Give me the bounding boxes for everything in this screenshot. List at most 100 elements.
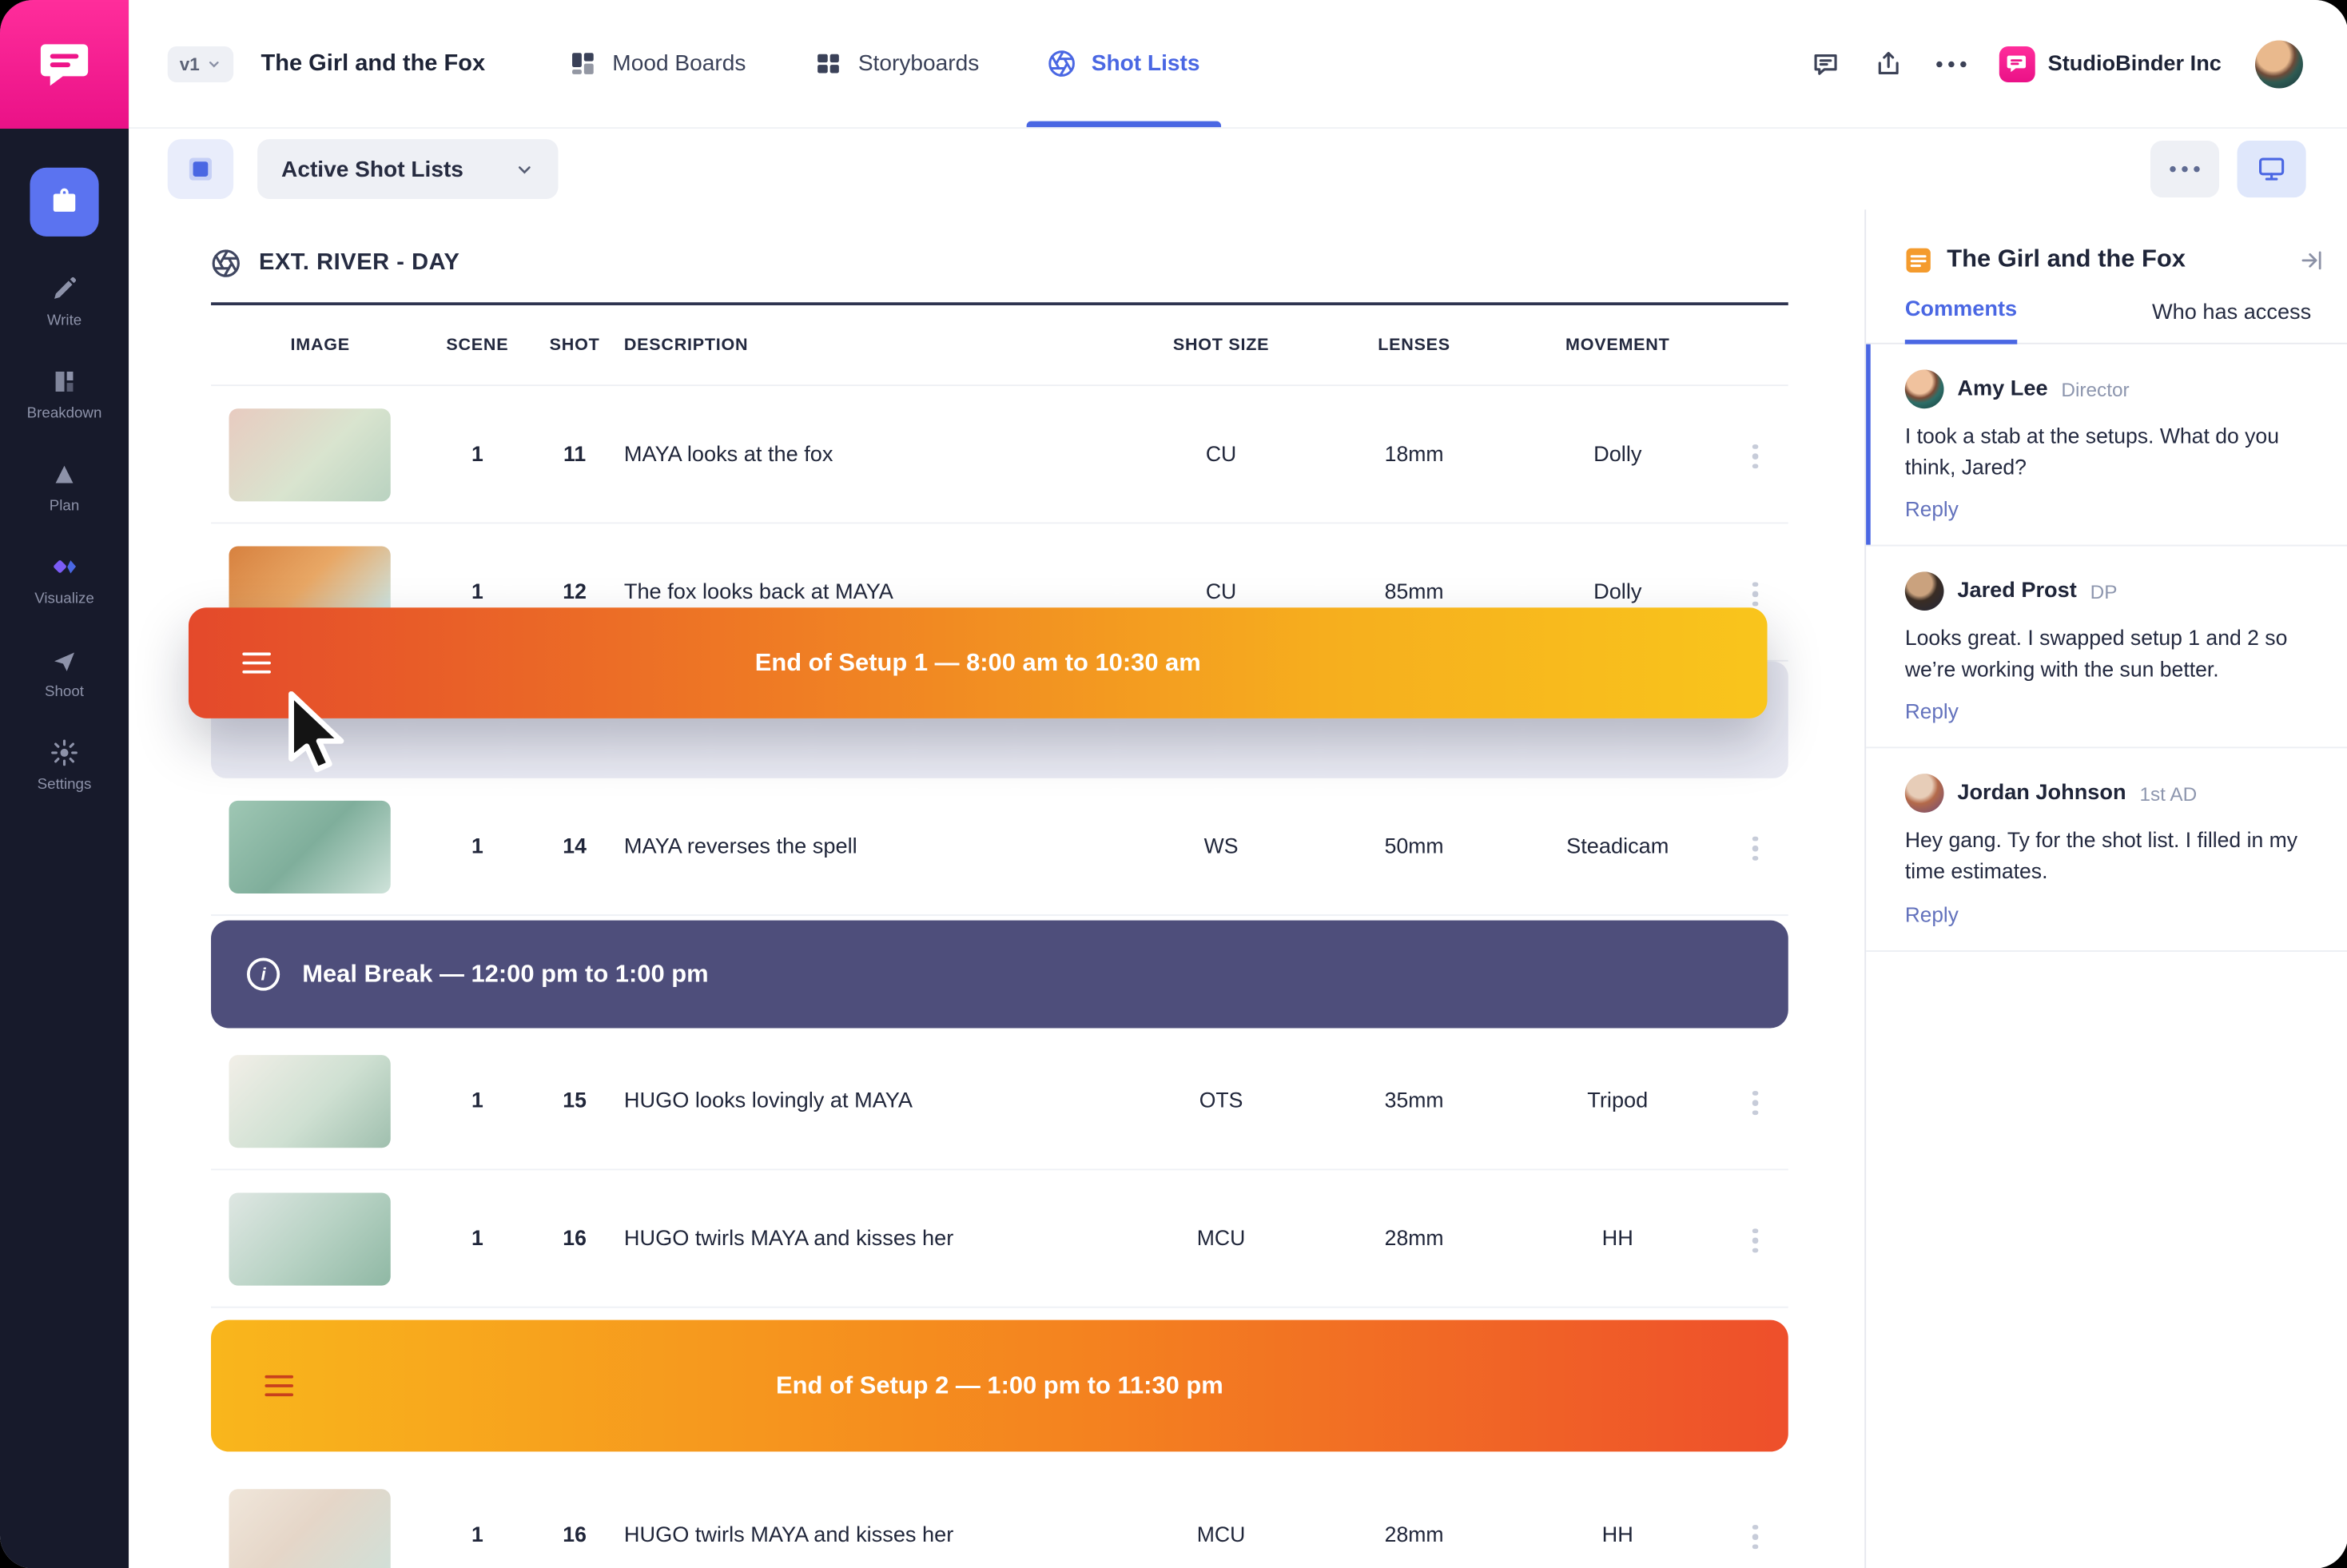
view-toggle-button[interactable] <box>168 139 233 199</box>
shot-row[interactable]: 1 16 HUGO twirls MAYA and kisses her MCU… <box>211 1170 1788 1307</box>
comment-item[interactable]: Jared Prost DP Looks great. I swapped se… <box>1866 547 2347 749</box>
breakdown-icon <box>50 367 79 396</box>
version-label: v1 <box>180 53 200 74</box>
sidebar-item-shoot[interactable]: Shoot <box>45 645 84 700</box>
present-button[interactable] <box>2237 141 2305 197</box>
col-movement: MOVEMENT <box>1513 336 1722 353</box>
commenter-avatar <box>1905 572 1944 611</box>
row-menu-button[interactable] <box>1744 1219 1767 1261</box>
reply-link[interactable]: Reply <box>1905 699 2317 723</box>
drag-handle-icon[interactable] <box>265 1375 293 1397</box>
shot-thumbnail[interactable] <box>229 800 391 893</box>
panel-tabs: Comments Who has access <box>1866 274 2347 344</box>
tab-label: Mood Boards <box>612 51 746 77</box>
gear-icon <box>50 738 79 767</box>
sidebar-item-plan[interactable]: Plan <box>50 460 79 515</box>
top-header: v1 The Girl and the Fox Mood Boards Stor… <box>129 0 2347 129</box>
table-header-row: IMAGE SCENE SHOT DESCRIPTION SHOT SIZE L… <box>211 302 1788 386</box>
comments-button[interactable] <box>1810 49 1840 78</box>
present-icon <box>2256 154 2285 184</box>
user-avatar[interactable] <box>2254 40 2302 88</box>
drag-drop-zone: End of Setup 1 — 8:00 am to 10:30 am <box>211 662 1788 778</box>
shot-movement: HH <box>1513 1522 1722 1546</box>
shot-thumbnail[interactable] <box>229 1488 391 1568</box>
sidebar-item-shot-lists[interactable] <box>30 168 98 237</box>
row-menu-button[interactable] <box>1744 435 1767 477</box>
send-icon <box>50 645 79 675</box>
tab-storyboards[interactable]: Storyboards <box>815 0 980 127</box>
reply-link[interactable]: Reply <box>1905 497 2317 521</box>
comments-panel: The Girl and the Fox Comments Who has ac… <box>1864 209 2347 1568</box>
account-switcher[interactable]: StudioBinder Inc <box>1999 46 2222 82</box>
shot-number: 15 <box>525 1088 624 1112</box>
shot-lenses: 18mm <box>1315 442 1513 466</box>
tab-label: Shot Lists <box>1092 51 1200 77</box>
sidebar-item-label: Settings <box>38 777 92 794</box>
sidebar-item-breakdown[interactable]: Breakdown <box>27 367 102 422</box>
aperture-icon <box>211 249 241 278</box>
briefcase-icon <box>48 185 81 218</box>
setup-banner-1[interactable]: End of Setup 1 — 8:00 am to 10:30 am <box>189 607 1768 718</box>
shot-size: MCU <box>1127 1227 1315 1251</box>
shot-list-doc-icon <box>1905 246 1932 273</box>
version-selector[interactable]: v1 <box>168 46 234 82</box>
shot-movement: HH <box>1513 1227 1722 1251</box>
shot-lenses: 28mm <box>1315 1227 1513 1251</box>
scene-number: 1 <box>429 1227 525 1251</box>
shot-thumbnail[interactable] <box>229 1192 391 1285</box>
shot-number: 16 <box>525 1227 624 1251</box>
comment-item[interactable]: Jordan Johnson 1st AD Hey gang. Ty for t… <box>1866 749 2347 951</box>
collapse-panel-button[interactable] <box>2299 248 2323 272</box>
sidebar-item-settings[interactable]: Settings <box>38 738 92 793</box>
shot-list-content: EXT. RIVER - DAY IMAGE SCENE SHOT DESCRI… <box>129 209 1864 1568</box>
app-window: Write Breakdown Plan Visualize Shoot Set… <box>0 0 2347 1568</box>
banner-label: End of Setup 1 — 8:00 am to 10:30 am <box>755 649 1201 678</box>
comment-bubble-icon <box>1810 49 1840 78</box>
tab-mood-boards[interactable]: Mood Boards <box>569 0 746 127</box>
sidebar: Write Breakdown Plan Visualize Shoot Set… <box>0 0 129 1568</box>
sidebar-item-label: Plan <box>50 499 79 515</box>
reply-link[interactable]: Reply <box>1905 901 2317 925</box>
comment-item[interactable]: Amy Lee Director I took a stab at the se… <box>1866 344 2347 547</box>
scene-heading: EXT. RIVER - DAY <box>211 249 1864 278</box>
tab-shot-lists[interactable]: Shot Lists <box>1048 0 1199 127</box>
shot-thumbnail[interactable] <box>229 408 391 500</box>
scene-number: 1 <box>429 1522 525 1546</box>
shot-list-selector[interactable]: Active Shot Lists <box>257 139 558 199</box>
share-button[interactable] <box>1873 49 1903 78</box>
chevron-down-icon <box>515 159 534 178</box>
list-options-button[interactable] <box>2150 141 2218 197</box>
shot-row[interactable]: 1 16 HUGO twirls MAYA and kisses her MCU… <box>211 1467 1788 1568</box>
setup-banner-2[interactable]: End of Setup 2 — 1:00 pm to 11:30 pm <box>211 1320 1788 1452</box>
shot-movement: Dolly <box>1513 442 1722 466</box>
commenter-role: Director <box>2061 378 2129 400</box>
sidebar-item-write[interactable]: Write <box>47 274 82 329</box>
sidebar-item-visualize[interactable]: Visualize <box>34 552 94 607</box>
shot-thumbnail[interactable] <box>229 1054 391 1147</box>
overflow-menu-button[interactable] <box>1935 61 1965 66</box>
col-lenses: LENSES <box>1315 336 1513 353</box>
row-menu-button[interactable] <box>1744 827 1767 870</box>
shot-size: OTS <box>1127 1088 1315 1112</box>
shot-row[interactable]: 1 11 MAYA looks at the fox CU 18mm Dolly <box>211 386 1788 523</box>
shot-number: 12 <box>525 580 624 604</box>
row-menu-button[interactable] <box>1744 1515 1767 1558</box>
shot-row[interactable]: 1 15 HUGO looks lovingly at MAYA OTS 35m… <box>211 1033 1788 1170</box>
row-menu-button[interactable] <box>1744 1081 1767 1124</box>
col-image: IMAGE <box>211 336 429 353</box>
drag-handle-icon[interactable] <box>242 652 271 675</box>
shot-lenses: 50mm <box>1315 834 1513 858</box>
shot-description: HUGO twirls MAYA and kisses her <box>624 1227 1127 1251</box>
col-description: DESCRIPTION <box>624 336 1127 353</box>
tab-comments[interactable]: Comments <box>1905 298 2017 344</box>
shot-row[interactable]: 1 14 MAYA reverses the spell WS 50mm Ste… <box>211 778 1788 916</box>
shot-size: MCU <box>1127 1522 1315 1546</box>
shot-description: MAYA reverses the spell <box>624 834 1127 858</box>
tab-who-has-access[interactable]: Who has access <box>2152 300 2311 342</box>
project-title: The Girl and the Fox <box>261 50 486 78</box>
meal-break-banner[interactable]: i Meal Break — 12:00 pm to 1:00 pm <box>211 921 1788 1029</box>
studiobinder-logo[interactable] <box>0 0 129 129</box>
sidebar-item-label: Shoot <box>45 684 84 701</box>
commenter-name: Jordan Johnson <box>1957 782 2126 806</box>
commenter-role: 1st AD <box>2139 782 2197 805</box>
